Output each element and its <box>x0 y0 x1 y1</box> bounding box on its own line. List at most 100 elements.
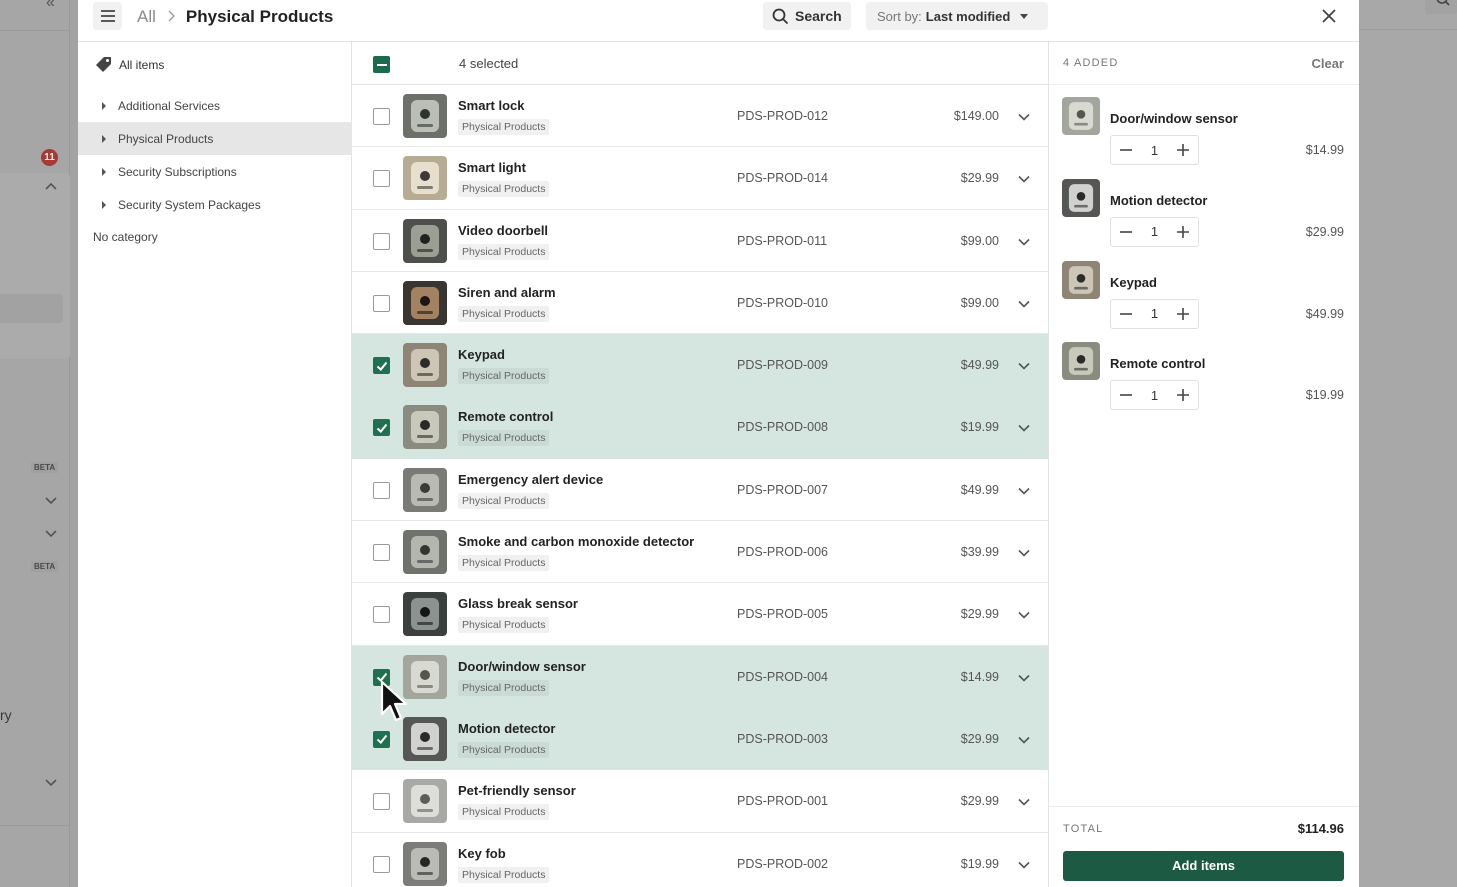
product-row[interactable]: Keypad Physical Products PDS-PROD-009 $49.9… <box>352 334 1048 397</box>
product-row[interactable]: Glass break sensor Physical Products PDS-P… <box>352 583 1048 646</box>
menu-button[interactable] <box>93 2 122 30</box>
expand-chevron-icon[interactable] <box>1017 421 1031 433</box>
category-security-system-packages[interactable]: Security System Packages <box>78 188 352 221</box>
expand-chevron-icon[interactable] <box>1017 235 1031 247</box>
minus-icon[interactable] <box>1119 307 1133 321</box>
product-row[interactable]: Emergency alert device Physical Products P… <box>352 458 1048 522</box>
mouse-cursor-icon <box>380 680 408 722</box>
select-all-checkbox[interactable] <box>373 56 390 73</box>
product-name: Pet-friendly sensor <box>458 783 576 799</box>
product-row[interactable]: Key fob Physical Products PDS-PROD-002 $19.… <box>352 832 1048 887</box>
product-name: Remote control <box>458 409 554 425</box>
expand-chevron-icon[interactable] <box>1017 671 1031 683</box>
row-checkbox[interactable] <box>373 606 390 624</box>
cart-item-name: Keypad <box>1110 274 1157 290</box>
category-label: All items <box>119 57 165 72</box>
product-row[interactable]: Siren and alarm Physical Products PDS-PROD… <box>352 271 1048 335</box>
background-sidebar <box>0 0 70 887</box>
row-checkbox[interactable] <box>373 544 390 562</box>
expand-chevron-icon[interactable] <box>1017 546 1031 558</box>
search-button[interactable]: Search <box>763 2 851 30</box>
row-checkbox[interactable] <box>373 481 390 499</box>
product-row[interactable]: Remote control Physical Products PDS-PROD-… <box>352 396 1048 459</box>
expand-chevron-icon[interactable] <box>1017 733 1031 745</box>
product-thumbnail <box>403 218 447 263</box>
expand-chevron-icon[interactable] <box>1017 608 1031 620</box>
product-thumbnail <box>1062 260 1100 299</box>
product-price: $39.99 <box>960 545 999 560</box>
expand-triangle-icon[interactable] <box>102 134 106 143</box>
category-tag: Physical Products <box>458 617 550 634</box>
quantity-stepper: 1 <box>1110 298 1199 329</box>
product-price: $99.00 <box>960 233 999 248</box>
product-row[interactable]: Smart light Physical Products PDS-PROD-014… <box>352 147 1048 210</box>
product-price: $29.99 <box>960 607 999 622</box>
expand-chevron-icon[interactable] <box>1017 858 1031 870</box>
row-checkbox[interactable] <box>373 357 390 375</box>
sort-dropdown[interactable]: Sort by: Last modified <box>866 2 1048 30</box>
minus-icon[interactable] <box>1119 388 1133 402</box>
total-value: $114.96 <box>1297 821 1344 836</box>
breadcrumb-all[interactable]: All <box>137 7 156 27</box>
minus-icon[interactable] <box>1119 225 1133 239</box>
cart-item: Remote control 1 $19.99 <box>1049 336 1359 418</box>
plus-icon[interactable] <box>1176 225 1190 239</box>
row-checkbox[interactable] <box>373 294 390 312</box>
product-row[interactable]: Smart lock Physical Products PDS-PROD-012 $… <box>352 85 1048 148</box>
product-thumbnail <box>403 405 447 450</box>
row-checkbox[interactable] <box>373 170 390 188</box>
plus-icon[interactable] <box>1176 307 1190 321</box>
clear-button[interactable]: Clear <box>1311 56 1344 71</box>
expand-chevron-icon[interactable] <box>1017 795 1031 807</box>
product-price: $14.99 <box>960 669 999 684</box>
row-checkbox[interactable] <box>373 855 390 873</box>
plus-icon[interactable] <box>1176 388 1190 402</box>
product-row[interactable]: Pet-friendly sensor Physical Products PDS-… <box>352 770 1048 833</box>
add-items-button[interactable]: Add items <box>1063 851 1344 881</box>
expand-chevron-icon[interactable] <box>1017 484 1031 496</box>
divider <box>0 30 70 31</box>
row-checkbox[interactable] <box>373 793 390 811</box>
product-rows: Smart lock Physical Products PDS-PROD-012 $… <box>352 85 1048 887</box>
expand-chevron-icon[interactable] <box>1017 110 1031 122</box>
product-price: $29.99 <box>960 171 999 186</box>
cart-item-price: $29.99 <box>1305 224 1344 239</box>
product-price: $29.99 <box>960 731 999 746</box>
expand-triangle-icon[interactable] <box>102 200 106 209</box>
expand-chevron-icon[interactable] <box>1017 172 1031 184</box>
product-row[interactable]: Smoke and carbon monoxide detector Physic… <box>352 521 1048 584</box>
category-physical-products[interactable]: Physical Products <box>78 122 352 155</box>
close-button[interactable] <box>1319 6 1339 26</box>
row-checkbox[interactable] <box>373 232 390 250</box>
row-checkbox[interactable] <box>373 419 390 437</box>
search-icon <box>1425 0 1457 14</box>
category-tag: Physical Products <box>458 119 550 135</box>
quantity-value[interactable]: 1 <box>1151 306 1158 321</box>
quantity-stepper: 1 <box>1110 216 1199 247</box>
expand-triangle-icon[interactable] <box>102 167 106 176</box>
modal-header: All Physical Products Search Sort by: La… <box>78 0 1359 42</box>
expand-chevron-icon[interactable] <box>1017 297 1031 309</box>
product-row[interactable]: Motion detector Physical Products PDS-PROD… <box>352 707 1048 771</box>
category-label: Physical Products <box>118 131 214 146</box>
product-row[interactable]: Door/window sensor Physical Products PDS-P… <box>352 645 1048 708</box>
sort-value: Last modified <box>925 8 1011 24</box>
minus-icon[interactable] <box>1119 143 1133 157</box>
expand-chevron-icon[interactable] <box>1017 359 1031 371</box>
expand-triangle-icon[interactable] <box>102 101 106 110</box>
category-tag: Physical Products <box>458 866 550 883</box>
category-no-category[interactable]: No category <box>93 230 158 244</box>
quantity-value[interactable]: 1 <box>1151 388 1158 403</box>
product-row[interactable]: Video doorbell Physical Products PDS-PROD-… <box>352 209 1048 272</box>
quantity-value[interactable]: 1 <box>1151 224 1158 239</box>
divider <box>0 825 70 826</box>
plus-icon[interactable] <box>1176 143 1190 157</box>
category-security-subscriptions[interactable]: Security Subscriptions <box>78 155 352 188</box>
row-checkbox[interactable] <box>373 108 390 125</box>
category-additional-services[interactable]: Additional Services <box>78 89 352 122</box>
hamburger-icon <box>100 10 115 22</box>
quantity-value[interactable]: 1 <box>1151 143 1158 158</box>
category-all-items[interactable]: All items <box>95 56 164 73</box>
product-price: $29.99 <box>960 794 999 809</box>
row-checkbox[interactable] <box>373 730 390 748</box>
